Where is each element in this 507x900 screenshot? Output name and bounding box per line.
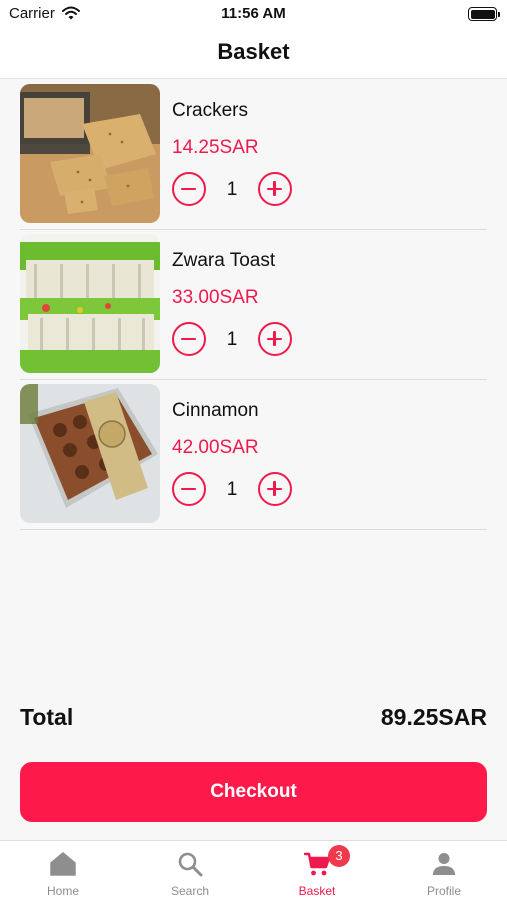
page-title: Basket [217, 39, 290, 64]
minus-icon [181, 187, 196, 190]
tab-search[interactable]: Search [127, 841, 253, 900]
item-name: Cinnamon [172, 400, 259, 421]
item-name: Crackers [172, 100, 249, 121]
tab-home[interactable]: Home [0, 841, 126, 900]
battery-icon [468, 7, 500, 21]
quantity-value: 1 [226, 479, 238, 500]
search-icon [178, 852, 203, 877]
basket-item: Crackers 14.25SAR 1 [20, 80, 487, 230]
increase-quantity-button[interactable] [258, 472, 292, 506]
total-row: Total 89.25SAR [20, 704, 487, 736]
product-image [20, 84, 160, 223]
tab-bar: Home Search 3 Basket Profile [0, 840, 507, 900]
decrease-quantity-button[interactable] [172, 322, 206, 356]
item-price: 42.00SAR [172, 437, 259, 458]
quantity-value: 1 [226, 179, 238, 200]
person-icon [433, 853, 455, 875]
product-image [20, 384, 160, 523]
minus-icon [181, 487, 196, 490]
status-bar: Carrier 11:56 AM [0, 0, 507, 30]
quantity-value: 1 [226, 329, 238, 350]
item-price: 14.25SAR [172, 137, 259, 158]
tab-basket[interactable]: 3 Basket [254, 841, 380, 900]
home-icon [50, 852, 76, 876]
basket-item: Zwara Toast 33.00SAR 1 [20, 230, 487, 380]
increase-quantity-button[interactable] [258, 172, 292, 206]
item-price: 33.00SAR [172, 287, 259, 308]
cart-count-badge: 3 [328, 845, 350, 867]
item-name: Zwara Toast [172, 250, 276, 271]
tab-label: Home [46, 884, 79, 898]
total-value: 89.25SAR [380, 704, 487, 730]
product-image [20, 234, 160, 373]
tab-label: Profile [426, 884, 461, 898]
nav-header: Basket [0, 30, 507, 79]
increase-quantity-button[interactable] [258, 322, 292, 356]
decrease-quantity-button[interactable] [172, 472, 206, 506]
tab-label: Basket [298, 884, 336, 898]
basket-item: Cinnamon 42.00SAR 1 [20, 380, 487, 530]
quantity-stepper: 1 [172, 322, 302, 356]
decrease-quantity-button[interactable] [172, 172, 206, 206]
minus-icon [181, 337, 196, 340]
tab-label: Search [170, 884, 210, 898]
tab-profile[interactable]: Profile [381, 841, 507, 900]
quantity-stepper: 1 [172, 172, 302, 206]
cart-icon [304, 852, 330, 876]
basket-list: Crackers 14.25SAR 1 Zwara Toast 33.00SAR… [20, 80, 487, 530]
clock: 11:56 AM [221, 5, 286, 22]
quantity-stepper: 1 [172, 472, 302, 506]
checkout-button[interactable]: Checkout [20, 762, 487, 822]
total-label: Total [20, 704, 74, 730]
